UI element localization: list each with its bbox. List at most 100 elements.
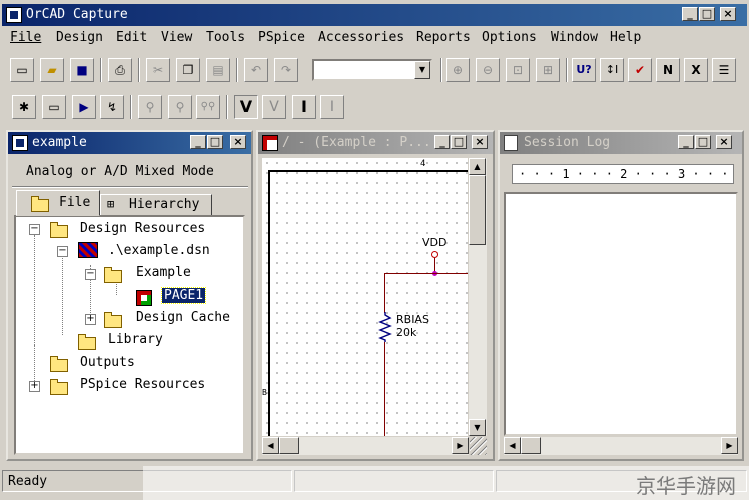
app-title-bar[interactable]: OrCAD Capture _ □ × [2, 4, 747, 26]
combo-dropdown-button[interactable]: ▼ [414, 61, 430, 79]
zoom-out-button[interactable]: ⊖ [476, 58, 500, 82]
schematic-vertical-scrollbar[interactable]: ▲ ▼ [469, 158, 487, 436]
menu-reports[interactable]: Reports [416, 30, 471, 45]
zoom-area-icon: ⊡ [512, 63, 524, 77]
print-button[interactable]: ⎙ [108, 58, 132, 82]
menu-options[interactable]: Options [482, 30, 537, 45]
open-button[interactable]: ▰ [40, 58, 64, 82]
cut-button[interactable]: ✂ [146, 58, 170, 82]
back-annotate-button[interactable]: ↕I [600, 58, 624, 82]
project-mode-label: Analog or A/D Mixed Mode [26, 164, 214, 179]
paste-button[interactable]: ▤ [206, 58, 230, 82]
scroll-thumb[interactable] [279, 437, 299, 454]
menu-design[interactable]: Design [56, 30, 103, 45]
zoom-in-button[interactable]: ⊕ [446, 58, 470, 82]
scroll-down-button[interactable]: ▼ [469, 419, 486, 436]
schematic-close-button[interactable]: × [472, 135, 488, 149]
bill-of-materials-button[interactable]: ☰ [712, 58, 736, 82]
schematic-title-bar[interactable]: / - (Example : P... _ □ × [258, 132, 493, 154]
project-minimize-button[interactable]: _ [190, 135, 206, 149]
scroll-left-button[interactable]: ◀ [504, 437, 521, 454]
scroll-thumb[interactable] [469, 175, 486, 245]
menu-window[interactable]: Window [551, 30, 598, 45]
resize-grip[interactable] [470, 437, 487, 455]
expand-toggle[interactable]: + [85, 314, 96, 325]
tree-item-pspice-resources[interactable]: PSpice Resources [80, 377, 205, 392]
collapse-toggle[interactable]: − [85, 269, 96, 280]
scroll-left-button[interactable]: ◀ [262, 437, 279, 454]
part-combo-box[interactable]: ▼ [312, 59, 432, 81]
show-bias-voltage-button[interactable]: V [262, 95, 286, 119]
run-pspice-button[interactable]: ▶ [72, 95, 96, 119]
session-log-title-bar[interactable]: Session Log _ □ × [500, 132, 742, 154]
enable-bias-voltage-icon: V [239, 97, 253, 116]
menu-view[interactable]: View [161, 30, 192, 45]
folder-icon [50, 379, 68, 395]
tree-item-page1[interactable]: PAGE1 [160, 287, 207, 304]
project-close-button[interactable]: × [230, 135, 246, 149]
redo-button[interactable]: ↷ [274, 58, 298, 82]
collapse-toggle[interactable]: − [57, 246, 68, 257]
copy-button[interactable]: ❐ [176, 58, 200, 82]
session-log-maximize-button[interactable]: □ [695, 135, 711, 149]
session-log-text-area[interactable] [504, 192, 738, 436]
session-log-horizontal-scrollbar[interactable]: ◀ ▶ [504, 437, 738, 455]
session-log-minimize-button[interactable]: _ [678, 135, 694, 149]
expand-toggle[interactable]: + [29, 381, 40, 392]
maximize-button[interactable]: □ [699, 7, 715, 21]
menu-tools[interactable]: Tools [206, 30, 245, 45]
new-sim-profile-button[interactable]: ✱ [12, 95, 36, 119]
zoom-area-button[interactable]: ⊡ [506, 58, 530, 82]
menu-accessories[interactable]: Accessories [318, 30, 404, 45]
run-icon: ▶ [79, 100, 89, 114]
minimize-button[interactable]: _ [682, 7, 698, 21]
scroll-thumb[interactable] [521, 437, 541, 454]
netlist-button[interactable]: N [656, 58, 680, 82]
undo-button[interactable]: ↶ [244, 58, 268, 82]
enable-bias-current-button[interactable]: I [292, 95, 316, 119]
schematic-maximize-button[interactable]: □ [451, 135, 467, 149]
show-bias-voltage-icon: V [269, 99, 279, 115]
schematic-minimize-button[interactable]: _ [434, 135, 450, 149]
menu-file[interactable]: File [10, 30, 41, 45]
project-maximize-button[interactable]: □ [207, 135, 223, 149]
tree-item-example-dsn[interactable]: .\example.dsn [108, 243, 210, 258]
annotate-button[interactable]: U? [572, 58, 596, 82]
scroll-right-button[interactable]: ▶ [452, 437, 469, 454]
folder-icon [104, 312, 122, 328]
diff-voltage-marker-button[interactable]: ⚲⚲ [196, 95, 220, 119]
enable-bias-voltage-button[interactable]: V [234, 95, 258, 119]
tab-file[interactable]: File [16, 190, 100, 216]
menu-edit[interactable]: Edit [116, 30, 147, 45]
tree-item-outputs[interactable]: Outputs [80, 355, 135, 370]
tree-item-library[interactable]: Library [108, 332, 163, 347]
edit-sim-profile-button[interactable]: ▭ [42, 95, 66, 119]
schematic-canvas[interactable]: 4 B VDD RBIAS 20k [262, 158, 468, 436]
scroll-up-button[interactable]: ▲ [469, 158, 486, 175]
tab-hierarchy[interactable]: ⊞ Hierarchy [100, 194, 212, 216]
drc-button[interactable]: ✔ [628, 58, 652, 82]
session-log-close-button[interactable]: × [716, 135, 732, 149]
project-title-bar[interactable]: example _ □ × [8, 132, 251, 154]
menu-pspice[interactable]: PSpice [258, 30, 305, 45]
close-button[interactable]: × [720, 7, 736, 21]
show-bias-current-button[interactable]: I [320, 95, 344, 119]
tree-item-example-schematic[interactable]: Example [136, 265, 191, 280]
tree-item-design-cache[interactable]: Design Cache [136, 310, 230, 325]
project-tree[interactable]: − Design Resources − .\example.dsn − Exa… [14, 215, 245, 455]
schematic-horizontal-scrollbar[interactable]: ◀ ▶ [262, 437, 469, 455]
zoom-all-button[interactable]: ⊞ [536, 58, 560, 82]
collapse-toggle[interactable]: − [29, 224, 40, 235]
current-marker-button[interactable]: ⚲ [168, 95, 192, 119]
scroll-right-button[interactable]: ▶ [721, 437, 738, 454]
menu-help[interactable]: Help [610, 30, 641, 45]
save-button[interactable]: ■ [70, 58, 94, 82]
cross-reference-button[interactable]: X [684, 58, 708, 82]
view-sim-results-button[interactable]: ↯ [100, 95, 124, 119]
zoom-out-icon: ⊖ [482, 63, 494, 77]
new-button[interactable]: ▭ [10, 58, 34, 82]
orcad-app-icon[interactable] [6, 7, 22, 23]
voltage-marker-button[interactable]: ⚲ [138, 95, 162, 119]
tree-item-design-resources[interactable]: Design Resources [80, 221, 205, 236]
edit-sim-profile-icon: ▭ [48, 100, 60, 114]
